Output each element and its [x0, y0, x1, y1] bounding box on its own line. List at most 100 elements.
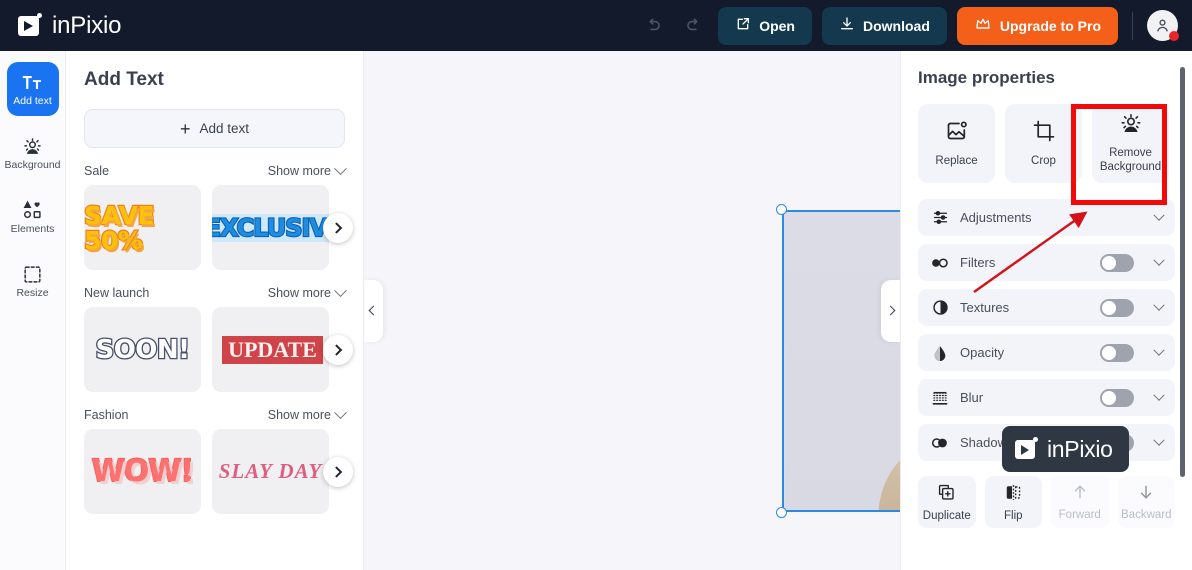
- property-row-blur[interactable]: Blur: [918, 379, 1175, 416]
- text-preset-card[interactable]: WOW!: [84, 429, 201, 514]
- backward-button[interactable]: Backward: [1117, 476, 1175, 528]
- app-root: inPixio Open Download Upgrade to Pro Add…: [0, 0, 1192, 570]
- arrow-down-icon: [1137, 483, 1155, 504]
- sidebar-label-background: Background: [4, 158, 61, 171]
- chevron-down-icon[interactable]: [1153, 344, 1165, 356]
- arrow-up-icon: [1071, 483, 1089, 504]
- open-icon: [735, 16, 751, 35]
- right-panel-scrollbar[interactable]: [1180, 67, 1185, 477]
- property-toggle-blur[interactable]: [1100, 388, 1134, 407]
- section-header-fashion: Fashion Show more: [84, 405, 347, 422]
- properties-list: Adjustments Filters Textures Opacity Blu…: [918, 199, 1175, 461]
- image-properties-panel: Image properties Replace Crop Remove Bac…: [900, 51, 1192, 570]
- text-preset-card[interactable]: UPDATE: [212, 307, 329, 392]
- sidebar-label-add-text: Add text: [13, 94, 52, 107]
- resize-handle-bottom-left[interactable]: [776, 507, 787, 518]
- right-panel-title: Image properties: [918, 68, 1055, 87]
- open-button[interactable]: Open: [718, 6, 812, 45]
- canvas-area[interactable]: inPixio: [364, 51, 1192, 570]
- image-tools-row: Replace Crop Remove Background: [918, 104, 1175, 183]
- section-name-sale: Sale: [84, 164, 110, 178]
- property-label: Adjustments: [960, 210, 1032, 225]
- sidebar-item-background[interactable]: Background: [4, 126, 61, 180]
- preset-art-label: WOW!: [91, 453, 195, 489]
- download-button[interactable]: Download: [821, 6, 947, 45]
- text-preset-card[interactable]: SLAY DAY: [212, 429, 329, 514]
- sidebar-item-elements[interactable]: Elements: [7, 190, 59, 244]
- property-row-opacity[interactable]: Opacity: [918, 334, 1175, 371]
- chevron-down-icon[interactable]: [1153, 389, 1165, 401]
- collapse-left-panel-button[interactable]: [364, 279, 383, 342]
- remove-background-icon: [1119, 112, 1143, 139]
- flip-button[interactable]: Flip: [984, 476, 1042, 528]
- chevron-right-icon: [330, 465, 343, 478]
- chevron-down-icon[interactable]: [1153, 209, 1165, 221]
- forward-label: Forward: [1058, 509, 1101, 521]
- crown-icon: [974, 16, 992, 35]
- remove-background-label: Remove Background: [1099, 146, 1162, 174]
- duplicate-button[interactable]: Duplicate: [918, 476, 976, 528]
- collapse-right-panel-button[interactable]: [881, 279, 900, 342]
- inpixio-watermark: inPixio: [1002, 426, 1129, 472]
- show-more-label: Show more: [267, 164, 331, 178]
- resize-handle-top-left[interactable]: [776, 204, 787, 215]
- upgrade-to-pro-button[interactable]: Upgrade to Pro: [956, 6, 1118, 45]
- property-toggle-textures[interactable]: [1100, 298, 1134, 317]
- add-text-button[interactable]: + Add text: [84, 109, 345, 148]
- chevron-down-icon[interactable]: [1153, 434, 1165, 446]
- tool-rail: Add text Background Elements Resize: [0, 51, 66, 570]
- shadows-icon: [931, 436, 949, 450]
- chevron-right-icon: [330, 221, 343, 234]
- notification-badge: [1169, 31, 1179, 41]
- show-more-new-launch[interactable]: Show more: [267, 283, 347, 300]
- text-preset-card[interactable]: EXCLUSIVE: [212, 185, 329, 270]
- property-row-textures[interactable]: Textures: [918, 289, 1175, 326]
- panel-title: Add Text: [84, 69, 164, 90]
- property-label: Textures: [960, 300, 1010, 315]
- carousel-next-fashion[interactable]: [323, 456, 353, 487]
- preset-art-label: SLAY DAY: [218, 459, 323, 484]
- replace-button[interactable]: Replace: [918, 104, 995, 183]
- sliders-icon: [931, 209, 949, 226]
- textures-icon: [931, 299, 949, 316]
- text-preset-card[interactable]: SOON!: [84, 307, 201, 392]
- upgrade-label: Upgrade to Pro: [999, 17, 1101, 34]
- carousel-next-new-launch[interactable]: [323, 334, 353, 365]
- crop-button[interactable]: Crop: [1005, 104, 1082, 183]
- elements-icon: [23, 200, 43, 221]
- show-more-label: Show more: [267, 286, 331, 300]
- show-more-sale[interactable]: Show more: [267, 161, 347, 178]
- carousel-next-sale[interactable]: [323, 212, 353, 243]
- sidebar-item-resize[interactable]: Resize: [7, 254, 59, 308]
- sidebar-label-elements: Elements: [10, 222, 55, 235]
- duplicate-icon: [937, 483, 956, 505]
- redo-icon[interactable]: [678, 11, 708, 41]
- remove-background-button[interactable]: Remove Background: [1092, 104, 1169, 183]
- chevron-right-icon: [885, 305, 896, 316]
- property-toggle-filters[interactable]: [1100, 253, 1134, 272]
- resize-icon: [23, 264, 42, 285]
- replace-image-icon: [945, 119, 969, 147]
- section-header-new-launch: New launch Show more: [84, 283, 347, 300]
- property-toggle-opacity[interactable]: [1100, 343, 1134, 362]
- forward-button[interactable]: Forward: [1051, 476, 1109, 528]
- filters-icon: [931, 256, 949, 270]
- text-preset-card[interactable]: SAVE 50%: [84, 185, 201, 270]
- sidebar-item-add-text[interactable]: Add text: [6, 62, 59, 116]
- user-avatar-icon: [1157, 19, 1168, 32]
- property-row-filters[interactable]: Filters: [918, 244, 1175, 281]
- chevron-down-icon[interactable]: [1153, 254, 1165, 266]
- object-order-row: Duplicate Flip Forward Backward: [918, 476, 1175, 528]
- chevron-down-icon[interactable]: [1153, 299, 1165, 311]
- chevron-down-icon: [334, 405, 347, 419]
- chevron-left-icon: [368, 305, 379, 316]
- text-tool-icon: [22, 72, 43, 93]
- property-row-adjustments[interactable]: Adjustments: [918, 199, 1175, 236]
- undo-icon[interactable]: [638, 11, 668, 41]
- avatar[interactable]: [1147, 10, 1179, 41]
- watermark-label: inPixio: [1047, 435, 1113, 462]
- show-more-fashion[interactable]: Show more: [268, 405, 347, 422]
- property-label: Opacity: [960, 345, 1005, 360]
- duplicate-label: Duplicate: [922, 509, 971, 522]
- download-icon: [839, 16, 855, 35]
